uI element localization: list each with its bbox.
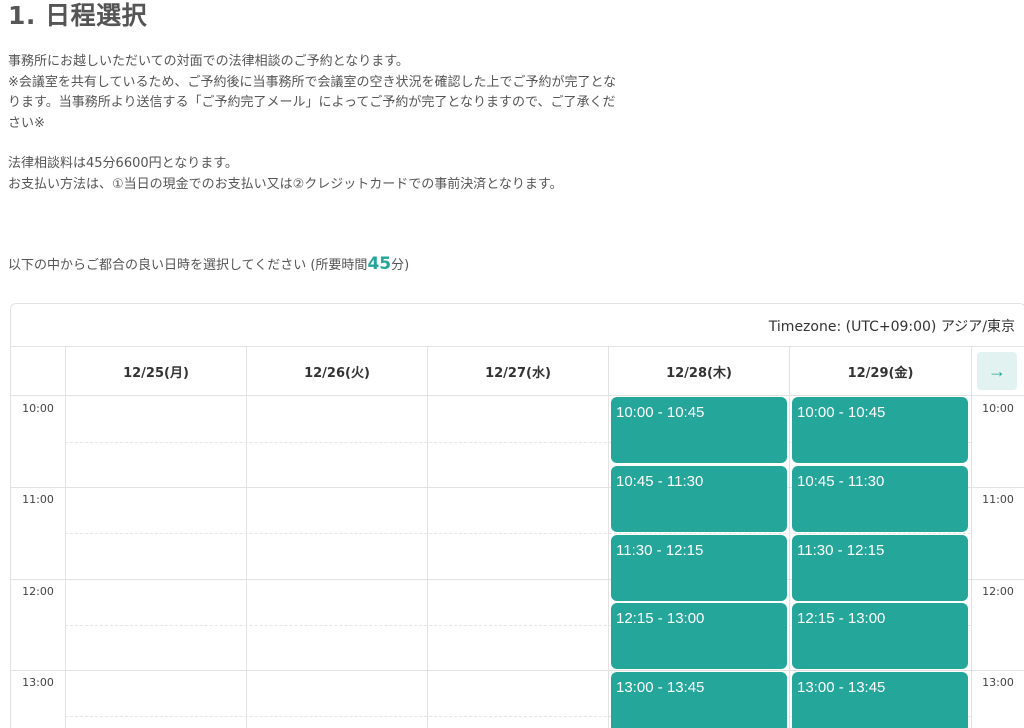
page-title: 1. 日程選択 [8,1,148,30]
time-slot-thu[interactable]: 11:30 - 12:15 [611,535,787,601]
day-header-mon: 12/25(月) [65,347,246,395]
time-label: 12:00 [22,585,54,598]
time-slot-fri[interactable]: 10:45 - 11:30 [792,466,968,532]
time-slot-fri[interactable]: 12:15 - 13:00 [792,603,968,669]
hour-line [11,670,971,671]
time-slot-thu[interactable]: 13:00 - 13:45 [611,672,787,728]
schedule-calendar: Timezone: (UTC+09:00) アジア/東京 12/25(月) 12… [10,303,1024,728]
grid-line [608,396,609,728]
description-line: ※会議室を共有しているため、ご予約後に当事務所で会議室の空き状況を確認した上でご… [8,74,617,131]
time-label: 13:00 [982,676,1014,689]
description: 事務所にお越しいただいての対面での法律相談のご予約となります。 ※会議室を共有し… [8,52,618,195]
timezone-bar: Timezone: (UTC+09:00) アジア/東京 [11,304,1024,347]
description-line: 法律相談料は45分6600円となります。 [8,156,238,171]
time-grid: 10:00 11:00 12:00 13:00 10:00 11:00 12:0… [11,396,1024,728]
half-hour-line [65,533,971,534]
day-header-thu: 12/28(木) [608,347,789,395]
day-header-row: 12/25(月) 12/26(火) 12/27(水) 12/28(木) 12/2… [11,347,1024,396]
time-label: 13:00 [22,676,54,689]
time-slot-thu[interactable]: 12:15 - 13:00 [611,603,787,669]
arrow-right-icon: → [988,361,1006,381]
timezone-label: Timezone: (UTC+09:00) アジア/東京 [768,319,1015,335]
grid-line [427,396,428,728]
selection-prompt: 以下の中からご都合の良い日時を選択してください (所要時間45分) [8,253,409,277]
time-label: 10:00 [982,402,1014,415]
day-header-wed: 12/27(水) [427,347,608,395]
time-label: 10:00 [22,402,54,415]
day-header-tue: 12/26(火) [246,347,427,395]
duration-minutes: 45 [367,254,392,274]
grid-line [246,396,247,728]
description-line: 事務所にお越しいただいての対面での法律相談のご予約となります。 [8,54,409,69]
next-week-button[interactable]: → [977,352,1017,390]
prompt-suffix: 分) [391,258,410,273]
prompt-text: 以下の中からご都合の良い日時を選択してください (所要時間 [8,258,368,273]
time-slot-fri[interactable]: 10:00 - 10:45 [792,397,968,463]
time-label: 11:00 [982,493,1014,506]
booking-page: 1. 日程選択 事務所にお越しいただいての対面での法律相談のご予約となります。 … [0,0,1024,728]
time-slot-fri[interactable]: 11:30 - 12:15 [792,535,968,601]
day-header-fri: 12/29(金) [789,347,971,395]
hour-line [971,579,1024,580]
time-label: 12:00 [982,585,1014,598]
time-slot-thu[interactable]: 10:00 - 10:45 [611,397,787,463]
grid-line [65,396,66,728]
hour-line [971,670,1024,671]
time-label: 11:00 [22,493,54,506]
description-line: お支払い方法は、①当日の現金でのお支払い又は②クレジットカードでの事前決済となり… [8,176,563,192]
time-slot-thu[interactable]: 10:45 - 11:30 [611,466,787,532]
grid-line [789,396,790,728]
hour-line [971,487,1024,488]
time-slot-fri[interactable]: 13:00 - 13:45 [792,672,968,728]
